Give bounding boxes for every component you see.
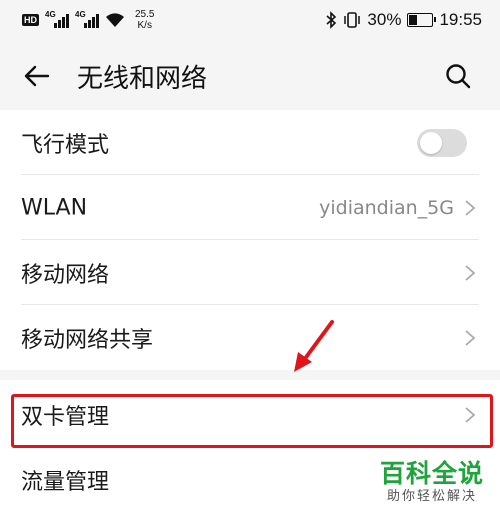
setting-label: 双卡管理 bbox=[21, 404, 110, 430]
settings-group-secondary: 双卡管理 流量管理 bbox=[0, 380, 500, 521]
vibrate-icon bbox=[344, 12, 361, 28]
setting-label: 移动网络共享 bbox=[21, 327, 154, 353]
setting-label: 流量管理 bbox=[21, 469, 110, 495]
hd-badge: HD bbox=[22, 14, 39, 26]
network-type-1: 4G bbox=[45, 10, 56, 19]
signal-2-icon: 4G bbox=[75, 10, 99, 28]
clock: 19:55 bbox=[439, 10, 482, 29]
chevron-right-icon bbox=[465, 406, 476, 423]
wifi-icon bbox=[106, 13, 124, 27]
page-title: 无线和网络 bbox=[77, 64, 208, 94]
arrow-left-icon bbox=[24, 65, 50, 87]
wlan-network-name: yidiandian_5G bbox=[319, 196, 454, 219]
net-speed: 25.5 K/s bbox=[135, 9, 154, 31]
bluetooth-icon bbox=[326, 11, 337, 29]
setting-airplane-mode[interactable]: 飞行模式 bbox=[0, 110, 500, 175]
battery-percent: 30% bbox=[367, 10, 402, 29]
settings-page: HD 4G 4G 25.5 K/s 30% 19:55 无线和网络 飞行模式 W… bbox=[0, 0, 500, 521]
setting-data-usage[interactable]: 流量管理 bbox=[0, 447, 500, 512]
setting-tethering[interactable]: 移动网络共享 bbox=[0, 305, 500, 370]
battery-icon bbox=[407, 13, 437, 27]
setting-dual-sim[interactable]: 双卡管理 bbox=[0, 382, 500, 447]
status-left: HD 4G 4G 25.5 K/s bbox=[22, 8, 154, 32]
settings-group-main: 飞行模式 WLAN yidiandian_5G 移动网络 移动网络共享 bbox=[0, 110, 500, 370]
status-bar: HD 4G 4G 25.5 K/s 30% 19:55 bbox=[0, 0, 500, 40]
setting-label: 飞行模式 bbox=[21, 132, 110, 158]
setting-mobile-network[interactable]: 移动网络 bbox=[0, 240, 500, 305]
header: 无线和网络 bbox=[0, 40, 500, 110]
status-right: 30% 19:55 bbox=[326, 8, 482, 32]
back-button[interactable] bbox=[16, 56, 56, 96]
network-type-2: 4G bbox=[75, 10, 86, 19]
chevron-right-icon bbox=[465, 264, 476, 281]
search-icon bbox=[446, 64, 471, 89]
speed-unit: K/s bbox=[137, 20, 152, 31]
setting-label: 移动网络 bbox=[21, 262, 110, 288]
chevron-right-icon bbox=[465, 329, 476, 346]
airplane-mode-toggle[interactable] bbox=[417, 128, 467, 157]
chevron-right-icon bbox=[465, 199, 476, 216]
speed-value: 25.5 bbox=[135, 9, 155, 20]
setting-label: WLAN bbox=[21, 195, 88, 220]
toggle-knob bbox=[420, 131, 442, 154]
search-button[interactable] bbox=[438, 56, 478, 96]
signal-1-icon: 4G bbox=[45, 10, 69, 28]
setting-wlan[interactable]: WLAN yidiandian_5G bbox=[0, 175, 500, 240]
